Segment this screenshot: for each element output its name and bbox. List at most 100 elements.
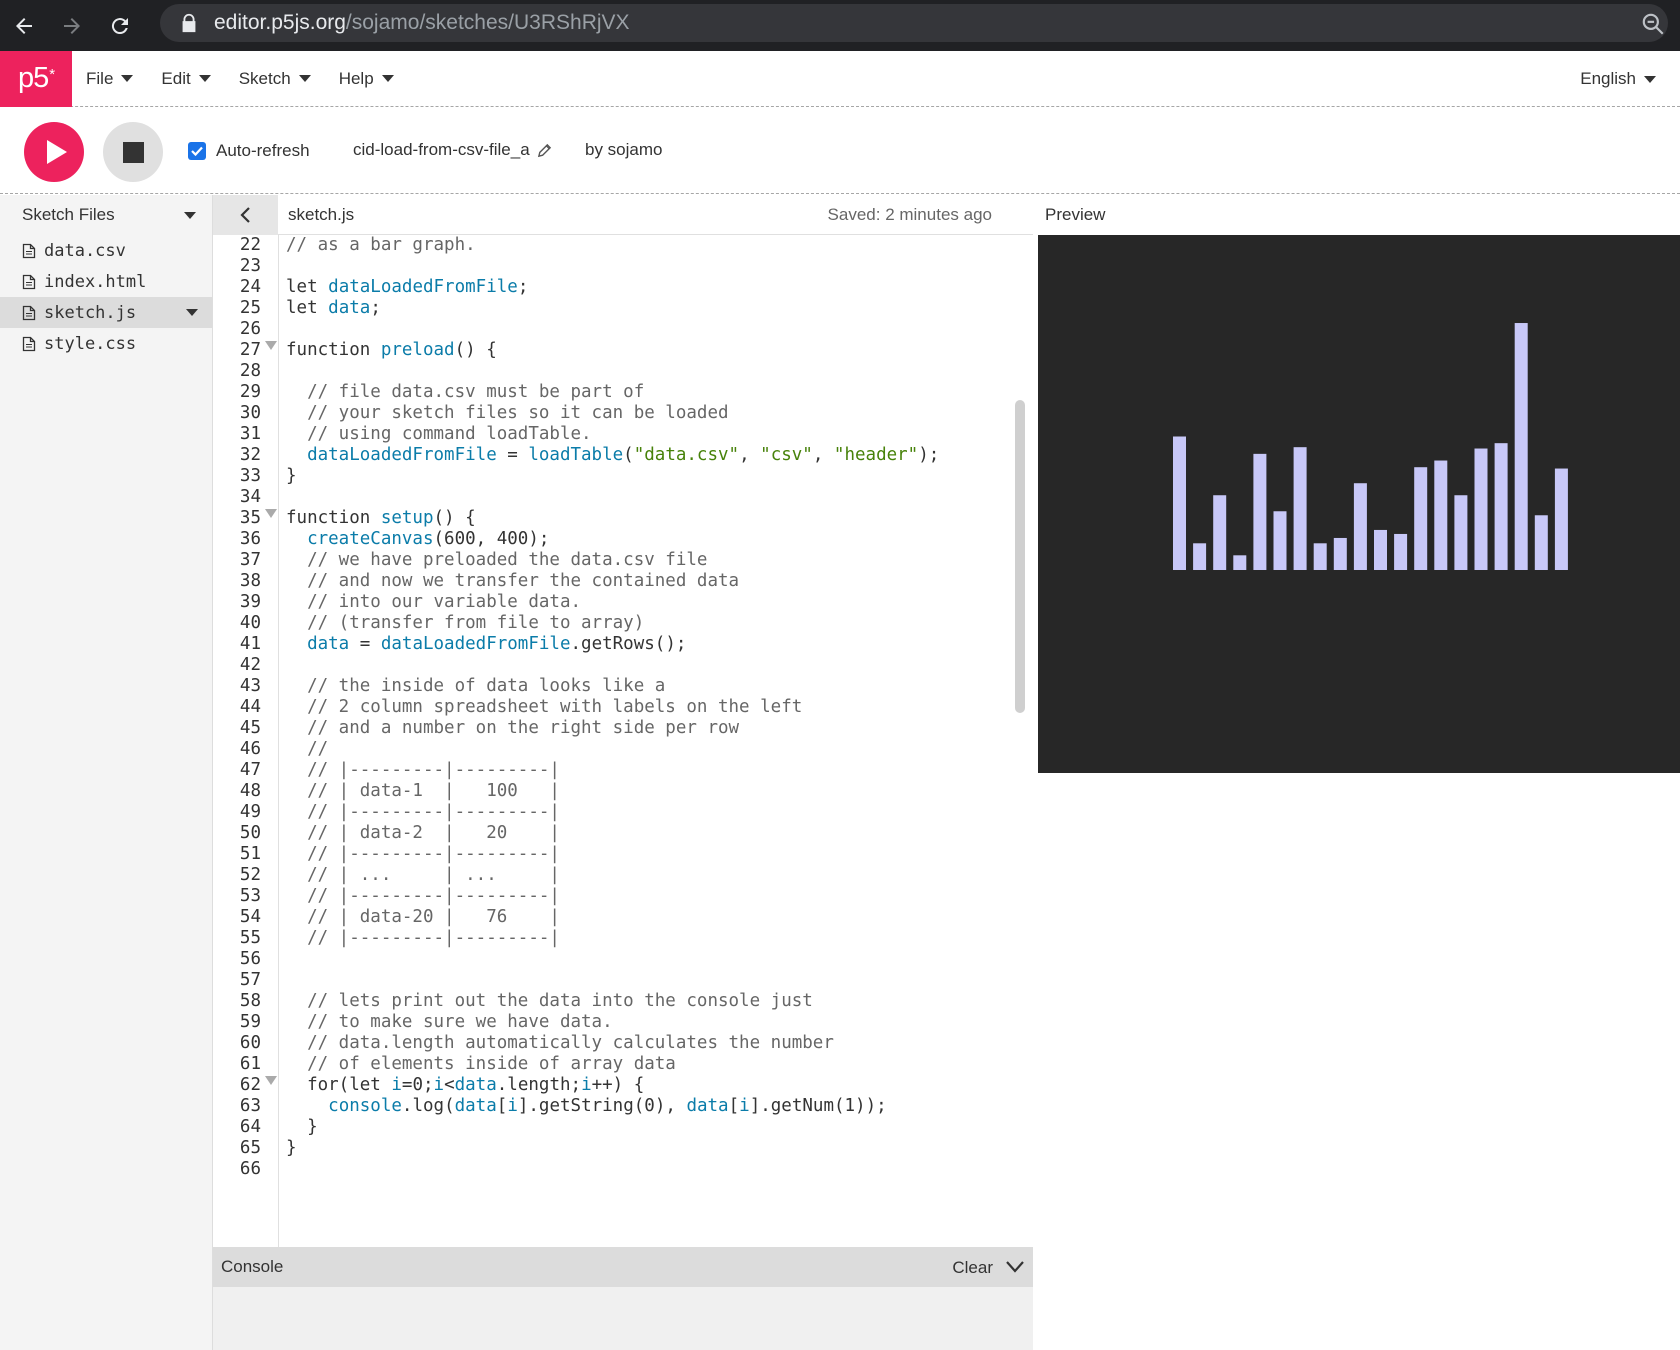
bar	[1434, 460, 1448, 570]
auto-refresh-label: Auto-refresh	[216, 141, 310, 160]
back-arrow-icon[interactable]	[0, 3, 48, 49]
lock-icon	[182, 13, 196, 33]
code-text: // and a number on the right side per ro…	[307, 718, 740, 738]
code-line: 43 // the inside of data looks like a	[213, 675, 1033, 698]
code-line: 30 // your sketch files so it can be loa…	[213, 402, 1033, 425]
editor-scrollbar[interactable]	[1015, 400, 1025, 713]
code-text: // we have preloaded the data.csv file	[307, 550, 708, 570]
caret-down-icon	[298, 75, 311, 82]
code-text: function setup() {	[286, 508, 476, 528]
bar	[1374, 529, 1387, 570]
code-line: 55 // |---------|---------|	[213, 927, 1033, 950]
console-header: Console Clear	[213, 1247, 1033, 1287]
menu-edit[interactable]: Edit	[161, 69, 211, 89]
auto-refresh-checkbox[interactable]	[188, 142, 206, 160]
code-line: 25 let data;	[213, 297, 1033, 320]
bar	[1253, 453, 1267, 570]
stop-button[interactable]	[103, 122, 163, 182]
line-number: 26	[239, 319, 261, 339]
file-item[interactable]: style.css	[0, 328, 212, 359]
reload-icon[interactable]	[96, 3, 144, 49]
code-line: 28	[213, 360, 1033, 383]
chevron-left-icon	[239, 207, 250, 223]
p5-logo[interactable]: p5 *	[0, 50, 72, 107]
sketch-owner[interactable]: by sojamo	[585, 140, 662, 160]
line-number: 27	[239, 340, 261, 360]
line-number: 62	[239, 1075, 261, 1095]
line-number: 48	[239, 781, 261, 801]
menu-help[interactable]: Help	[339, 69, 394, 89]
bar	[1193, 543, 1207, 570]
language-selector[interactable]: English	[1580, 69, 1656, 89]
fold-arrow-icon[interactable]	[265, 1076, 277, 1085]
code-line: 35 function setup() {	[213, 507, 1033, 530]
bar	[1273, 511, 1287, 570]
line-number: 65	[239, 1138, 261, 1158]
zoom-icon[interactable]	[1640, 11, 1666, 37]
file-item[interactable]: index.html	[0, 266, 212, 297]
code-text: console.log(data[i].getString(0), data[i…	[328, 1096, 887, 1116]
bar	[1514, 323, 1528, 570]
code-line: 38 // and now we transfer the contained …	[213, 570, 1033, 593]
collapse-sidebar-button[interactable]	[213, 195, 278, 235]
code-line: 47 // |---------|---------|	[213, 759, 1033, 782]
bar	[1534, 515, 1548, 570]
pencil-icon[interactable]	[537, 143, 552, 158]
code-line: 51 // |---------|---------|	[213, 843, 1033, 866]
play-button[interactable]	[24, 122, 84, 182]
bar	[1233, 555, 1247, 570]
line-number: 42	[239, 655, 261, 675]
menu-sketch[interactable]: Sketch	[239, 69, 311, 89]
bar	[1474, 448, 1488, 570]
menu-sketch-label: Sketch	[238, 68, 291, 88]
file-item[interactable]: data.csv	[0, 235, 212, 266]
code-text: // | data-2 | 20 |	[307, 823, 560, 843]
code-line: 48 // | data-1 | 100 |	[213, 780, 1033, 803]
code-line: 52 // | ... | ... |	[213, 864, 1033, 887]
line-number: 39	[239, 592, 261, 612]
caret-down-icon[interactable]	[184, 212, 196, 219]
code-text: // your sketch files so it can be loaded	[307, 403, 729, 423]
file-name: data.csv	[44, 240, 126, 261]
code-line: 40 // (transfer from file to array)	[213, 612, 1033, 635]
play-icon	[46, 140, 67, 164]
preview-canvas[interactable]	[1038, 235, 1680, 773]
code-line: 31 // using command loadTable.	[213, 423, 1033, 446]
menu-help-label: Help	[338, 68, 374, 88]
code-text: // |---------|---------|	[307, 886, 560, 906]
code-text: // to make sure we have data.	[307, 1012, 613, 1032]
line-number: 52	[239, 865, 261, 885]
code-line: 22 // as a bar graph.	[213, 235, 1033, 257]
menu-file[interactable]: File	[86, 69, 134, 89]
editor-file-tab[interactable]: sketch.js	[288, 205, 354, 225]
code-text: // using command loadTable.	[307, 424, 592, 444]
file-item[interactable]: sketch.js	[0, 297, 212, 328]
code-text: // data.length automatically calculates …	[307, 1033, 834, 1053]
line-number: 35	[239, 508, 261, 528]
sketch-name-label: cid-load-from-csv-file_a	[353, 140, 530, 159]
line-number: 45	[239, 718, 261, 738]
code-line: 60 // data.length automatically calculat…	[213, 1032, 1033, 1055]
logo-text: p5	[17, 62, 49, 94]
fold-arrow-icon[interactable]	[265, 341, 277, 350]
bar	[1213, 495, 1227, 570]
code-text: // (transfer from file to array)	[307, 613, 645, 633]
chevron-down-icon[interactable]	[1005, 1259, 1025, 1275]
code-text: let data;	[286, 298, 381, 318]
forward-arrow-icon[interactable]	[48, 3, 96, 49]
code-editor[interactable]: 22 // as a bar graph. 23 24 let dataLoadedFr…	[213, 235, 1033, 1247]
code-text: let dataLoadedFromFile;	[286, 277, 529, 297]
auto-refresh-toggle[interactable]: Auto-refresh	[188, 141, 310, 161]
line-number: 63	[239, 1096, 261, 1116]
address-bar[interactable]: editor.p5js.org/sojamo/sketches/U3RShRjV…	[160, 4, 1668, 42]
code-line: 34	[213, 486, 1033, 509]
code-text: }	[286, 1117, 318, 1137]
sketch-name[interactable]: cid-load-from-csv-file_a	[353, 140, 552, 160]
console-clear-button[interactable]: Clear	[952, 1258, 993, 1278]
fold-arrow-icon[interactable]	[265, 509, 277, 518]
code-line: 32 dataLoadedFromFile = loadTable("data.…	[213, 444, 1033, 467]
line-number: 41	[239, 634, 261, 654]
sketch-files-header[interactable]: Sketch Files	[0, 195, 212, 235]
code-line: 46 //	[213, 738, 1033, 761]
caret-down-icon[interactable]	[186, 309, 198, 316]
